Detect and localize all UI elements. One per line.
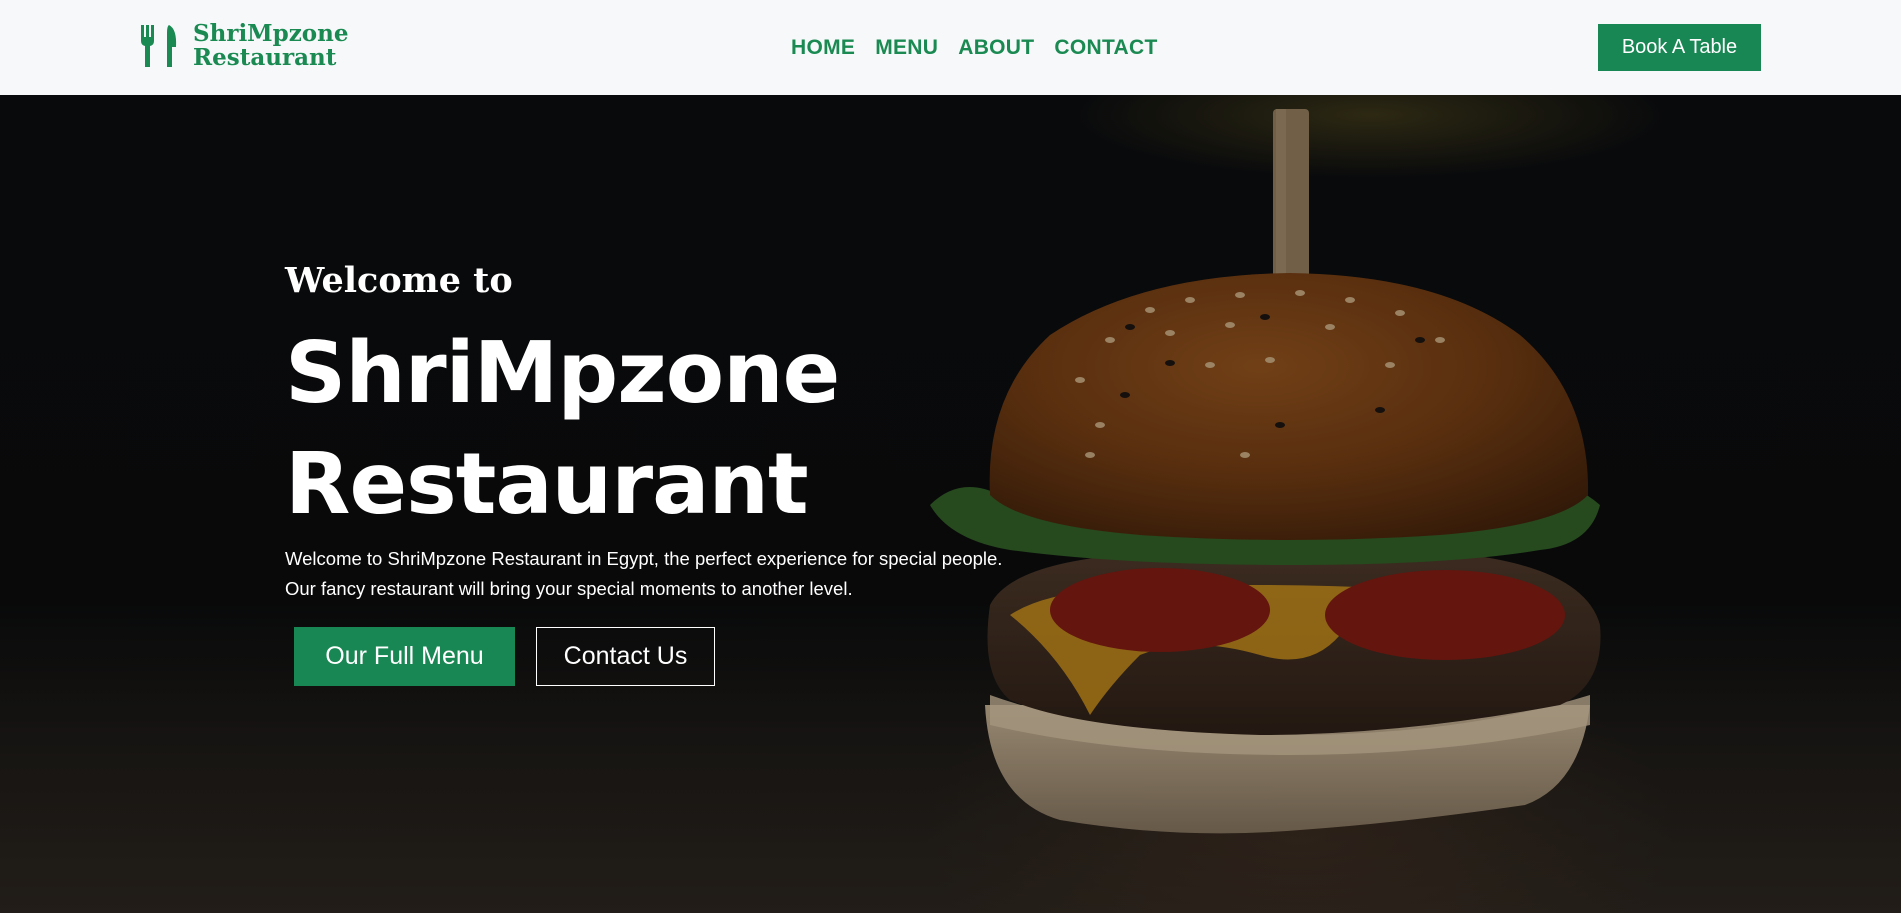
hero-description-line1: Welcome to ShriMpzone Restaurant in Egyp… [285, 548, 1003, 569]
hero-description: Welcome to ShriMpzone Restaurant in Egyp… [285, 544, 1085, 604]
site-header: ShriMpzone Restaurant HOME MENU ABOUT CO… [0, 0, 1901, 95]
book-table-button[interactable]: Book A Table [1598, 24, 1761, 71]
brand-name-line1: ShriMpzone [193, 20, 349, 47]
brand-name-line2: Restaurant [193, 44, 337, 71]
nav-menu-link[interactable]: MENU [875, 34, 938, 62]
hero-title-line2: Restaurant [285, 435, 809, 534]
nav-contact-link[interactable]: CONTACT [1054, 34, 1157, 62]
nav-home-link[interactable]: HOME [791, 34, 855, 62]
brand-name: ShriMpzone Restaurant [193, 22, 349, 70]
hero-welcome-text: Welcome to [285, 260, 513, 301]
hero-description-line2: Our fancy restaurant will bring your spe… [285, 578, 853, 599]
brand-logo-link[interactable]: ShriMpzone Restaurant [139, 22, 349, 70]
hero-buttons: Our Full Menu Contact Us [294, 627, 1085, 686]
hero-content: Welcome to ShriMpzone Restaurant Welcome… [285, 260, 1085, 686]
contact-us-button[interactable]: Contact Us [536, 627, 715, 686]
utensils-icon [141, 25, 177, 67]
hero-title: ShriMpzone Restaurant [285, 318, 1085, 540]
main-nav: HOME MENU ABOUT CONTACT [791, 34, 1178, 62]
nav-about-link[interactable]: ABOUT [958, 34, 1034, 62]
hero-section: Welcome to ShriMpzone Restaurant Welcome… [0, 95, 1901, 913]
hero-title-line1: ShriMpzone [285, 324, 840, 423]
full-menu-button[interactable]: Our Full Menu [294, 627, 515, 686]
